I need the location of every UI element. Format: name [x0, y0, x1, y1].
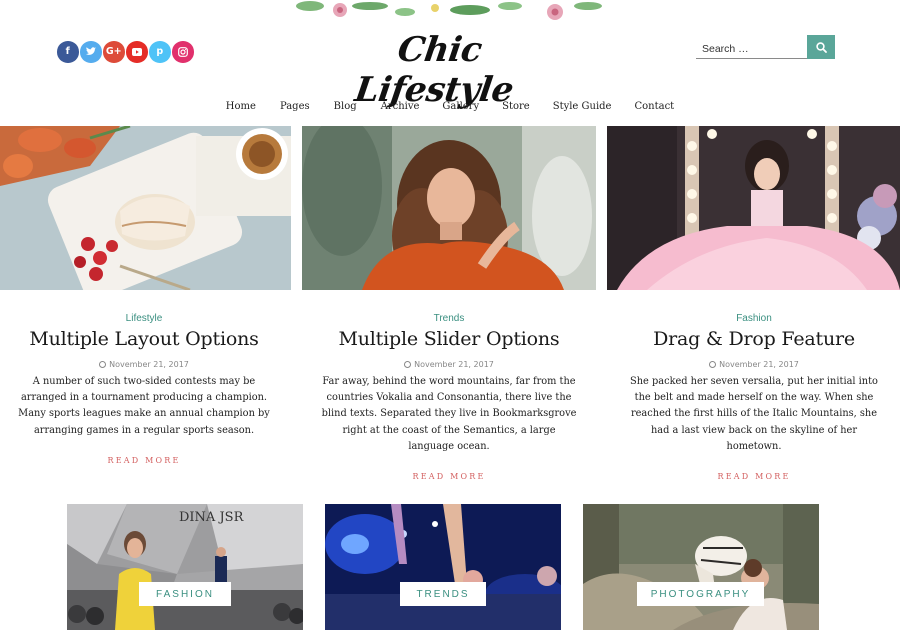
post-date: November 21, 2017	[609, 360, 899, 369]
post-excerpt: A number of such two-sided contests may …	[18, 376, 270, 436]
post-date-text: November 21, 2017	[719, 360, 799, 369]
post-card: Fashion Drag & Drop Feature November 21,…	[609, 313, 899, 481]
clock-icon	[404, 361, 412, 368]
site-logo[interactable]: Chic Lifestyle	[335, 30, 542, 110]
post-category[interactable]: Lifestyle	[0, 313, 289, 324]
facebook-icon[interactable]: f	[57, 41, 79, 63]
clock-icon	[99, 361, 107, 368]
instagram-icon[interactable]	[172, 41, 194, 63]
post-category[interactable]: Fashion	[609, 313, 899, 324]
main-navigation: Home Pages Blog Archive Gallery Store St…	[0, 101, 900, 112]
post-image-portrait[interactable]	[302, 126, 596, 290]
post-title[interactable]: Drag & Drop Feature	[609, 328, 899, 350]
nav-item-archive[interactable]: Archive	[381, 101, 420, 112]
social-links: f G+ p	[57, 41, 194, 63]
youtube-icon[interactable]	[126, 41, 148, 63]
category-tile-fashion[interactable]: DINA JSR FASHION	[67, 504, 303, 630]
post-image-dessert[interactable]	[0, 126, 291, 290]
nav-item-contact[interactable]: Contact	[634, 101, 674, 112]
post-title[interactable]: Multiple Slider Options	[304, 328, 594, 350]
tile-sign-text: DINA JSR	[179, 510, 245, 525]
read-more-link[interactable]: READ MORE	[0, 456, 289, 465]
post-image-pink-dress[interactable]	[607, 126, 900, 290]
twitter-icon[interactable]	[80, 41, 102, 63]
google-plus-icon[interactable]: G+	[103, 41, 125, 63]
pinterest-icon[interactable]: p	[149, 41, 171, 63]
floral-decoration	[270, 0, 630, 26]
category-tile-trends[interactable]: TRENDS	[325, 504, 561, 630]
category-label[interactable]: TRENDS	[400, 582, 486, 606]
post-title[interactable]: Multiple Layout Options	[0, 328, 289, 350]
nav-item-home[interactable]: Home	[226, 101, 256, 112]
post-card: Lifestyle Multiple Layout Options Novemb…	[0, 313, 289, 465]
post-excerpt: Far away, behind the word mountains, far…	[321, 376, 577, 452]
search-button[interactable]	[807, 35, 835, 59]
nav-item-blog[interactable]: Blog	[334, 101, 357, 112]
category-label[interactable]: PHOTOGRAPHY	[637, 582, 764, 606]
search-input[interactable]	[696, 35, 807, 59]
nav-item-style-guide[interactable]: Style Guide	[553, 101, 612, 112]
category-label[interactable]: FASHION	[139, 582, 231, 606]
post-category[interactable]: Trends	[304, 313, 594, 324]
category-tile-photography[interactable]: PHOTOGRAPHY	[583, 504, 819, 630]
read-more-link[interactable]: READ MORE	[609, 472, 899, 481]
post-excerpt: She packed her seven versalia, put her i…	[630, 376, 878, 452]
clock-icon	[709, 361, 717, 368]
nav-item-store[interactable]: Store	[502, 101, 530, 112]
post-date: November 21, 2017	[0, 360, 289, 369]
read-more-link[interactable]: READ MORE	[304, 472, 594, 481]
post-date-text: November 21, 2017	[414, 360, 494, 369]
nav-item-gallery[interactable]: Gallery	[442, 101, 479, 112]
nav-item-pages[interactable]: Pages	[280, 101, 310, 112]
post-card: Trends Multiple Slider Options November …	[304, 313, 594, 481]
post-date-text: November 21, 2017	[109, 360, 189, 369]
search-form	[696, 35, 835, 59]
search-icon	[815, 41, 827, 53]
post-date: November 21, 2017	[304, 360, 594, 369]
